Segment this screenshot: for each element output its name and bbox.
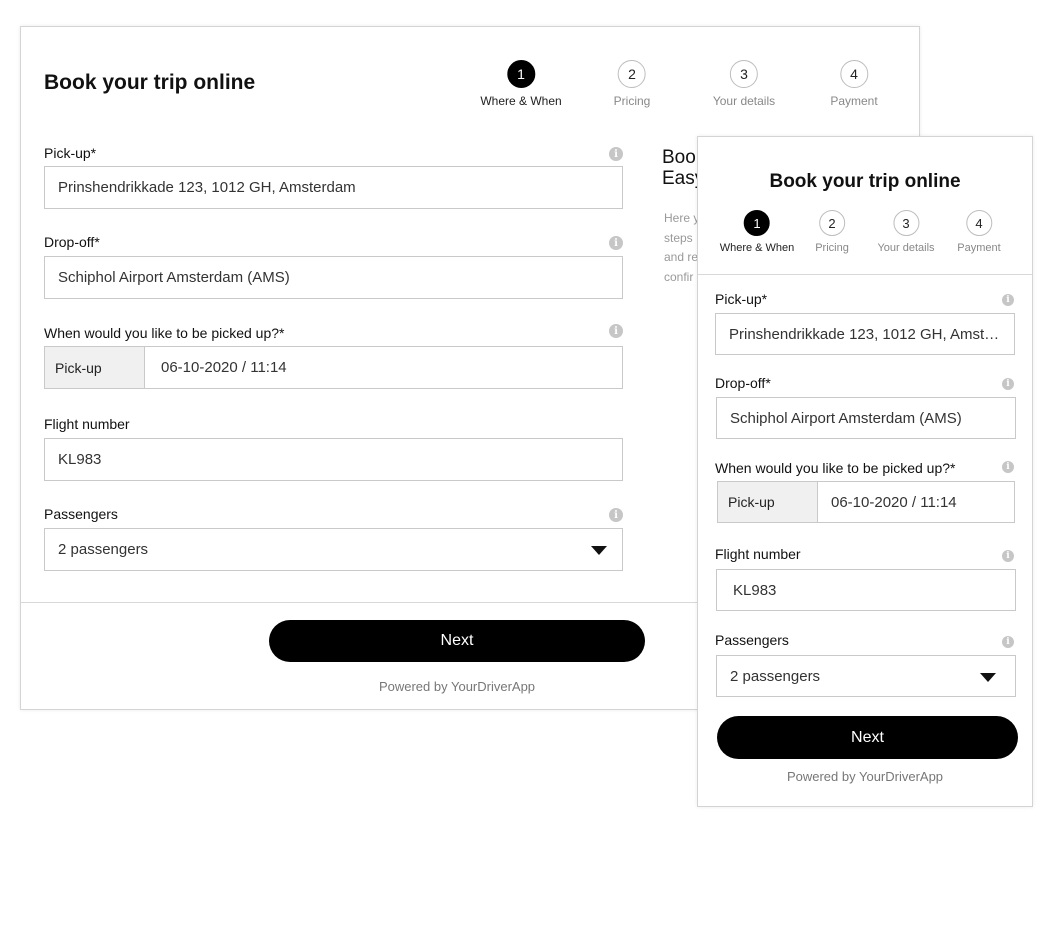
pickup-input[interactable]: Prinshendrikkade 123, 1012 GH, Amsterdam xyxy=(715,313,1015,355)
next-button[interactable]: Next xyxy=(269,620,645,662)
info-icon[interactable]: i xyxy=(1002,294,1014,306)
step-number: 1 xyxy=(744,210,770,236)
mobile-booking-widget: Book your trip online 1 Where & When 2 P… xyxy=(697,136,1033,807)
chevron-down-icon xyxy=(980,673,996,682)
passengers-label: Passengers xyxy=(44,506,118,522)
passengers-value: 2 passengers xyxy=(58,541,149,558)
dropoff-value: Schiphol Airport Amsterdam (AMS) xyxy=(730,409,962,427)
step-number: 4 xyxy=(965,210,992,236)
pickup-value: Prinshendrikkade 123, 1012 GH, Amsterdam xyxy=(58,179,356,196)
step-payment[interactable]: 4 Payment xyxy=(957,210,1001,254)
pickup-prefix: Pick-up xyxy=(718,482,818,522)
pickup-datetime-field[interactable]: Pick-up 06-10-2020 / 11:14 xyxy=(717,481,1015,523)
step-label: Pricing xyxy=(815,242,849,254)
chevron-down-icon xyxy=(591,546,607,555)
dropoff-value: Schiphol Airport Amsterdam (AMS) xyxy=(58,269,290,286)
step-label: Payment xyxy=(957,242,1001,254)
step-number: 3 xyxy=(893,210,919,236)
pickup-input[interactable]: Prinshendrikkade 123, 1012 GH, Amsterdam xyxy=(44,166,623,209)
info-icon[interactable]: i xyxy=(1002,550,1014,562)
step-label: Your details xyxy=(712,94,776,108)
pickup-datetime-field[interactable]: Pick-up 06-10-2020 / 11:14 xyxy=(44,346,623,389)
step-number: 2 xyxy=(618,60,646,88)
info-icon[interactable]: i xyxy=(1002,378,1014,390)
pickup-time-label: When would you like to be picked up?* xyxy=(715,460,956,476)
step-label: Payment xyxy=(830,94,878,108)
flight-number-label: Flight number xyxy=(44,416,130,432)
next-button[interactable]: Next xyxy=(717,716,1018,759)
powered-by: Powered by YourDriverApp xyxy=(786,769,944,784)
passengers-select[interactable]: 2 passengers xyxy=(716,655,1016,697)
step-label: Where & When xyxy=(719,242,795,254)
pickup-label: Pick-up* xyxy=(44,145,97,161)
info-icon[interactable]: i xyxy=(609,508,623,522)
step-pricing[interactable]: 2 Pricing xyxy=(815,210,849,254)
step-number: 3 xyxy=(730,60,758,88)
step-number: 4 xyxy=(839,60,868,88)
step-label: Your details xyxy=(877,242,935,254)
step-pricing[interactable]: 2 Pricing xyxy=(613,60,651,108)
info-icon[interactable]: i xyxy=(1002,461,1014,473)
info-icon[interactable]: i xyxy=(609,324,623,338)
pickup-time-label: When would you like to be picked up?* xyxy=(44,325,285,341)
pickup-prefix: Pick-up xyxy=(45,347,145,388)
dropoff-input[interactable]: Schiphol Airport Amsterdam (AMS) xyxy=(716,397,1016,439)
info-icon[interactable]: i xyxy=(1002,636,1014,648)
powered-by: Powered by YourDriverApp xyxy=(378,679,536,694)
flight-number-input[interactable]: KL983 xyxy=(44,438,623,481)
step-label: Pricing xyxy=(613,94,651,108)
step-number: 1 xyxy=(507,60,535,88)
step-where-when[interactable]: 1 Where & When xyxy=(480,60,562,108)
passengers-value: 2 passengers xyxy=(730,667,821,685)
pickup-value: Prinshendrikkade 123, 1012 GH, Amsterdam xyxy=(729,325,1014,343)
flight-number-value: KL983 xyxy=(733,581,777,599)
step-label: Where & When xyxy=(480,94,562,108)
flight-number-input[interactable]: KL983 xyxy=(716,569,1016,611)
stepper-divider xyxy=(698,274,1032,275)
flight-number-value: KL983 xyxy=(58,451,102,468)
step-your-details[interactable]: 3 Your details xyxy=(877,210,935,254)
passengers-label: Passengers xyxy=(715,632,789,648)
pickup-datetime-value: 06-10-2020 / 11:14 xyxy=(831,493,957,511)
passengers-select[interactable]: 2 passengers xyxy=(44,528,623,571)
pickup-datetime-value: 06-10-2020 / 11:14 xyxy=(161,359,287,376)
step-number: 2 xyxy=(819,210,845,236)
step-payment[interactable]: 4 Payment xyxy=(830,60,878,108)
dropoff-label: Drop-off* xyxy=(44,234,100,250)
info-icon[interactable]: i xyxy=(609,236,623,250)
dropoff-input[interactable]: Schiphol Airport Amsterdam (AMS) xyxy=(44,256,623,299)
step-where-when[interactable]: 1 Where & When xyxy=(719,210,795,254)
page-title: Book your trip online xyxy=(44,71,256,94)
step-your-details[interactable]: 3 Your details xyxy=(713,60,775,108)
flight-number-label: Flight number xyxy=(715,546,801,562)
info-icon[interactable]: i xyxy=(609,147,623,161)
dropoff-label: Drop-off* xyxy=(715,375,771,391)
page-title: Book your trip online xyxy=(769,171,961,192)
pickup-label: Pick-up* xyxy=(715,291,768,307)
